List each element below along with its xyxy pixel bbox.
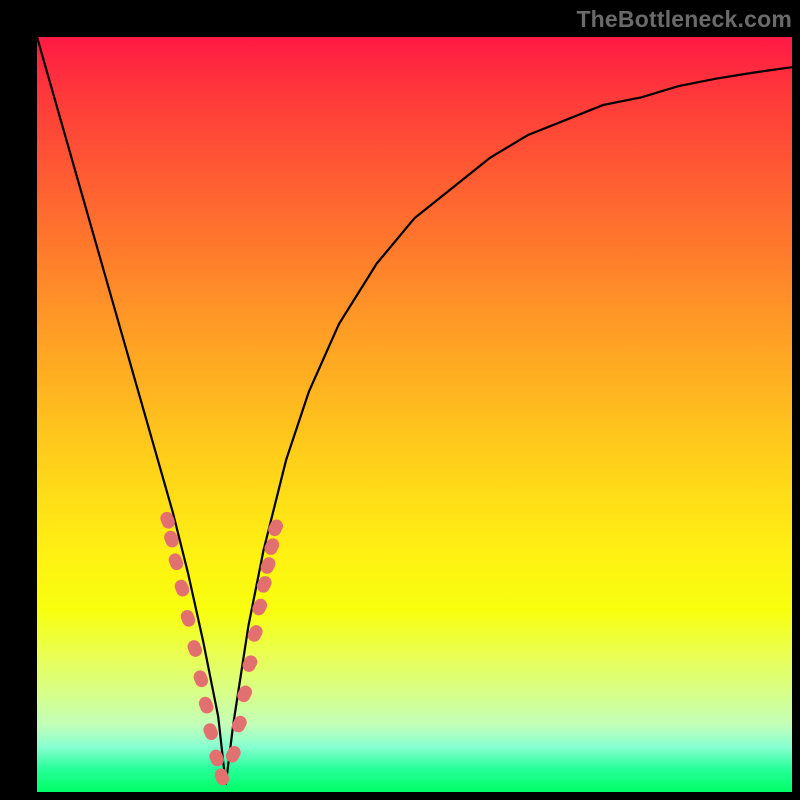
bottleneck-curve (37, 37, 792, 784)
bead-marker (224, 744, 243, 765)
bead-marker (201, 721, 219, 742)
bead-marker (197, 695, 215, 716)
bead-marker (186, 638, 204, 659)
bead-marker (262, 536, 281, 557)
chart-frame: TheBottleneck.com (0, 0, 800, 800)
bead-marker (266, 517, 285, 538)
plot-area (37, 37, 792, 792)
bead-marker (192, 668, 210, 689)
bead-marker (173, 578, 191, 599)
watermark-text: TheBottleneck.com (576, 6, 792, 33)
curve-layer (37, 37, 792, 792)
bead-marker (179, 608, 197, 629)
